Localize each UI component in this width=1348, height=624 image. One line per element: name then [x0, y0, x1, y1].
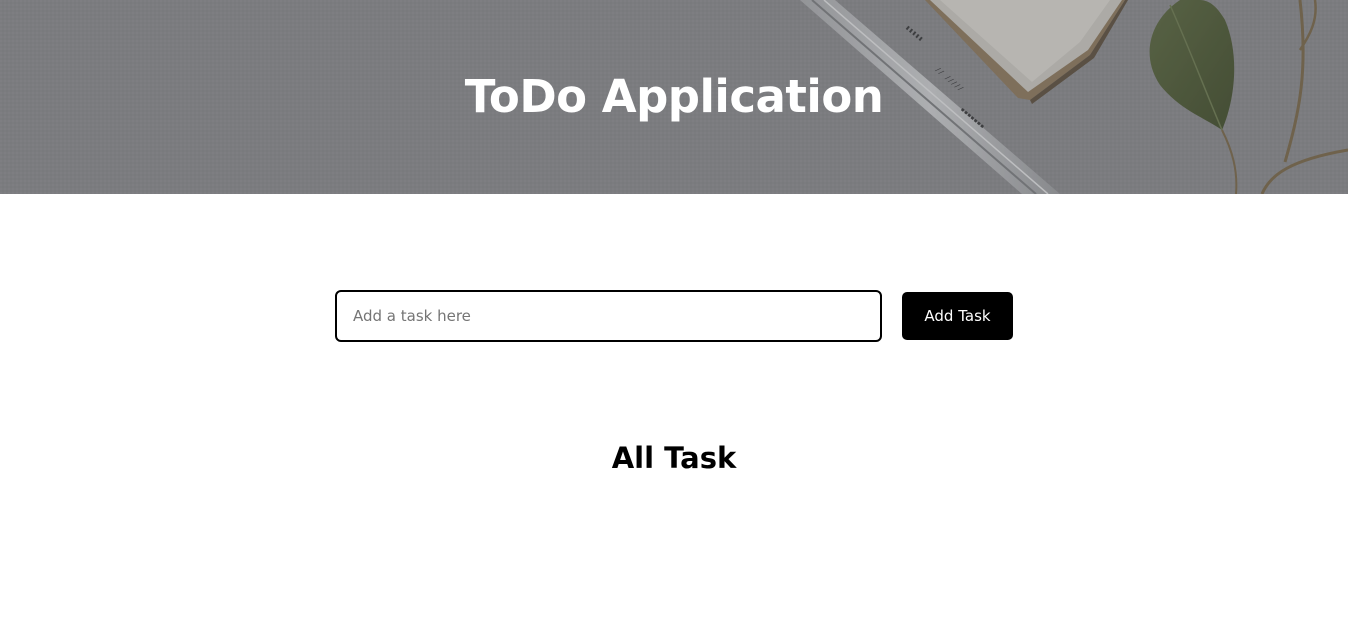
add-task-button[interactable]: Add Task: [902, 292, 1013, 340]
task-input[interactable]: [335, 290, 882, 342]
page-title: ToDo Application: [464, 70, 884, 123]
add-task-form: Add Task: [335, 290, 1015, 342]
all-tasks-heading: All Task: [611, 441, 737, 475]
hero-banner: ▮▮▮▮▮ // ///// ▪▪▪▪▪▪▪ ToDo Application: [0, 0, 1348, 194]
